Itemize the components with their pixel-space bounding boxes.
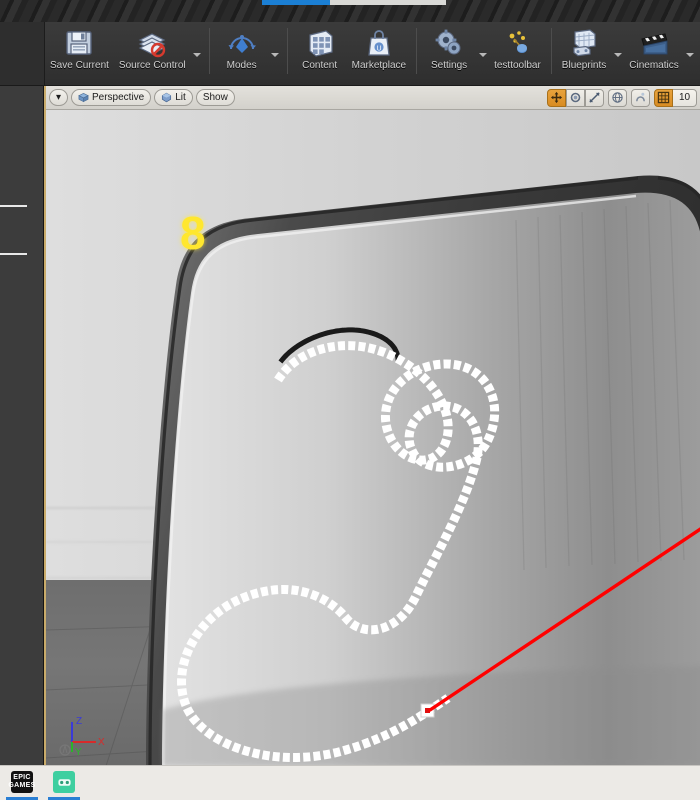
toolbar-button-label: Modes: [226, 60, 257, 71]
translate-gizmo-button[interactable]: [547, 88, 566, 107]
window-title-bar[interactable]: [0, 0, 700, 23]
scale-gizmo-button[interactable]: [585, 88, 604, 107]
show-flags-button[interactable]: Show: [195, 89, 235, 106]
toolbar-button-marketplace[interactable]: U Marketplace: [347, 22, 411, 85]
svg-text:Z: Z: [76, 716, 82, 727]
toolbar-button-settings[interactable]: Settings: [422, 22, 476, 85]
toolbar-button-label: Cinematics: [629, 60, 679, 71]
lit-sphere-icon: [162, 92, 172, 103]
toolbar-separator: [416, 28, 418, 74]
chevron-down-icon[interactable]: [476, 22, 489, 84]
source-control-icon: [136, 27, 168, 59]
taskbar-app-teal[interactable]: [53, 771, 75, 793]
unreal-editor-window: Save Current Source Control Modes Content U M…: [0, 0, 700, 800]
toolbar-left-stub: [0, 22, 45, 85]
toolbar-button-cinematics[interactable]: Cinematics: [624, 22, 683, 85]
scale-arrows-icon: [589, 92, 600, 103]
svg-text:X: X: [98, 737, 105, 748]
panel-separator-1: [0, 205, 27, 207]
chevron-down-icon[interactable]: [191, 22, 204, 84]
show-flags-label: Show: [202, 92, 228, 103]
chevron-down-icon[interactable]: [611, 22, 624, 84]
chevron-down-icon: ▾: [55, 92, 62, 103]
toolbar-button-testtoolbar[interactable]: testtoolbar: [489, 22, 546, 85]
toolbar-button-label: Content: [302, 60, 338, 71]
panel-separator-2: [0, 253, 27, 255]
viewport-3d-scene[interactable]: 8 Z X Y: [46, 110, 700, 766]
view-mode-button[interactable]: Perspective: [71, 89, 152, 106]
chevron-down-icon[interactable]: [684, 22, 697, 84]
toolbar-button-source-control[interactable]: Source Control: [114, 22, 191, 85]
level-viewport[interactable]: ▾ Perspective Lit Show 10 8 Z X Y: [44, 86, 700, 766]
toolbar-button-label: Save Current: [50, 60, 109, 71]
os-taskbar: EPIC GAMES: [0, 765, 700, 800]
viewport-toolbar: ▾ Perspective Lit Show 10: [46, 86, 700, 110]
world-space-toggle-button[interactable]: [608, 88, 627, 107]
title-progress-track: [262, 0, 446, 5]
move-arrows-icon: [550, 91, 563, 104]
grid-snap-toggle-button[interactable]: [654, 88, 673, 107]
viewport-options-menu-button[interactable]: ▾: [49, 89, 68, 106]
globe-icon: [612, 92, 623, 103]
epic-games-icon: EPIC GAMES: [8, 774, 36, 789]
chevron-down-icon[interactable]: [269, 22, 282, 84]
content-browser-icon: [304, 27, 336, 59]
camera-perspective-icon: [78, 93, 89, 103]
transform-gizmo-group: 10: [547, 88, 697, 107]
modes-icon: [226, 27, 258, 59]
rotate-gizmo-button[interactable]: [566, 88, 585, 107]
toolbar-button-label: testtoolbar: [494, 60, 541, 71]
lighting-mode-button[interactable]: Lit: [154, 89, 193, 106]
magnet-snap-icon: [636, 92, 645, 102]
toolbar-separator: [208, 28, 210, 74]
floppy-disk-icon: [63, 27, 95, 59]
left-side-panel[interactable]: [0, 86, 44, 766]
toolbar-item-group: Save Current Source Control Modes Content U M…: [45, 22, 700, 85]
toolbar-button-blueprints[interactable]: Blueprints: [557, 22, 611, 85]
view-mode-label: Perspective: [92, 92, 145, 103]
taskbar-app-epic-games-launcher[interactable]: EPIC GAMES: [8, 771, 36, 793]
settings-gears-icon: [433, 27, 465, 59]
surface-snap-toggle-button[interactable]: [631, 88, 650, 107]
axis-gizmo: Z X Y: [59, 716, 105, 758]
marketplace-bag-icon: U: [363, 27, 395, 59]
toolbar-separator: [550, 28, 552, 74]
toolbar-button-modes[interactable]: Modes: [215, 22, 269, 85]
svg-text:Y: Y: [75, 747, 82, 758]
toolbar-button-label: Source Control: [118, 60, 186, 71]
title-progress-fill: [262, 0, 330, 5]
main-toolbar: Save Current Source Control Modes Content U M…: [0, 22, 700, 86]
grid-icon: [657, 91, 670, 104]
toolbar-button-content[interactable]: Content: [293, 22, 347, 85]
toolbar-button-label: Settings: [431, 60, 468, 71]
toolbar-button-label: Blueprints: [561, 60, 607, 71]
toolbar-button-save-current[interactable]: Save Current: [45, 22, 114, 85]
rotate-arrows-icon: [570, 92, 581, 103]
blueprints-icon: [568, 27, 600, 59]
svg-text:U: U: [376, 45, 381, 52]
toolbar-button-label: Marketplace: [351, 60, 407, 71]
scene-render: [46, 110, 700, 766]
lighting-mode-label: Lit: [175, 92, 186, 103]
teal-app-icon: [57, 778, 71, 786]
clapperboard-icon: [638, 27, 670, 59]
testtoolbar-icon: [501, 27, 533, 59]
grid-snap-value[interactable]: 10: [673, 88, 697, 107]
toolbar-separator: [286, 28, 288, 74]
